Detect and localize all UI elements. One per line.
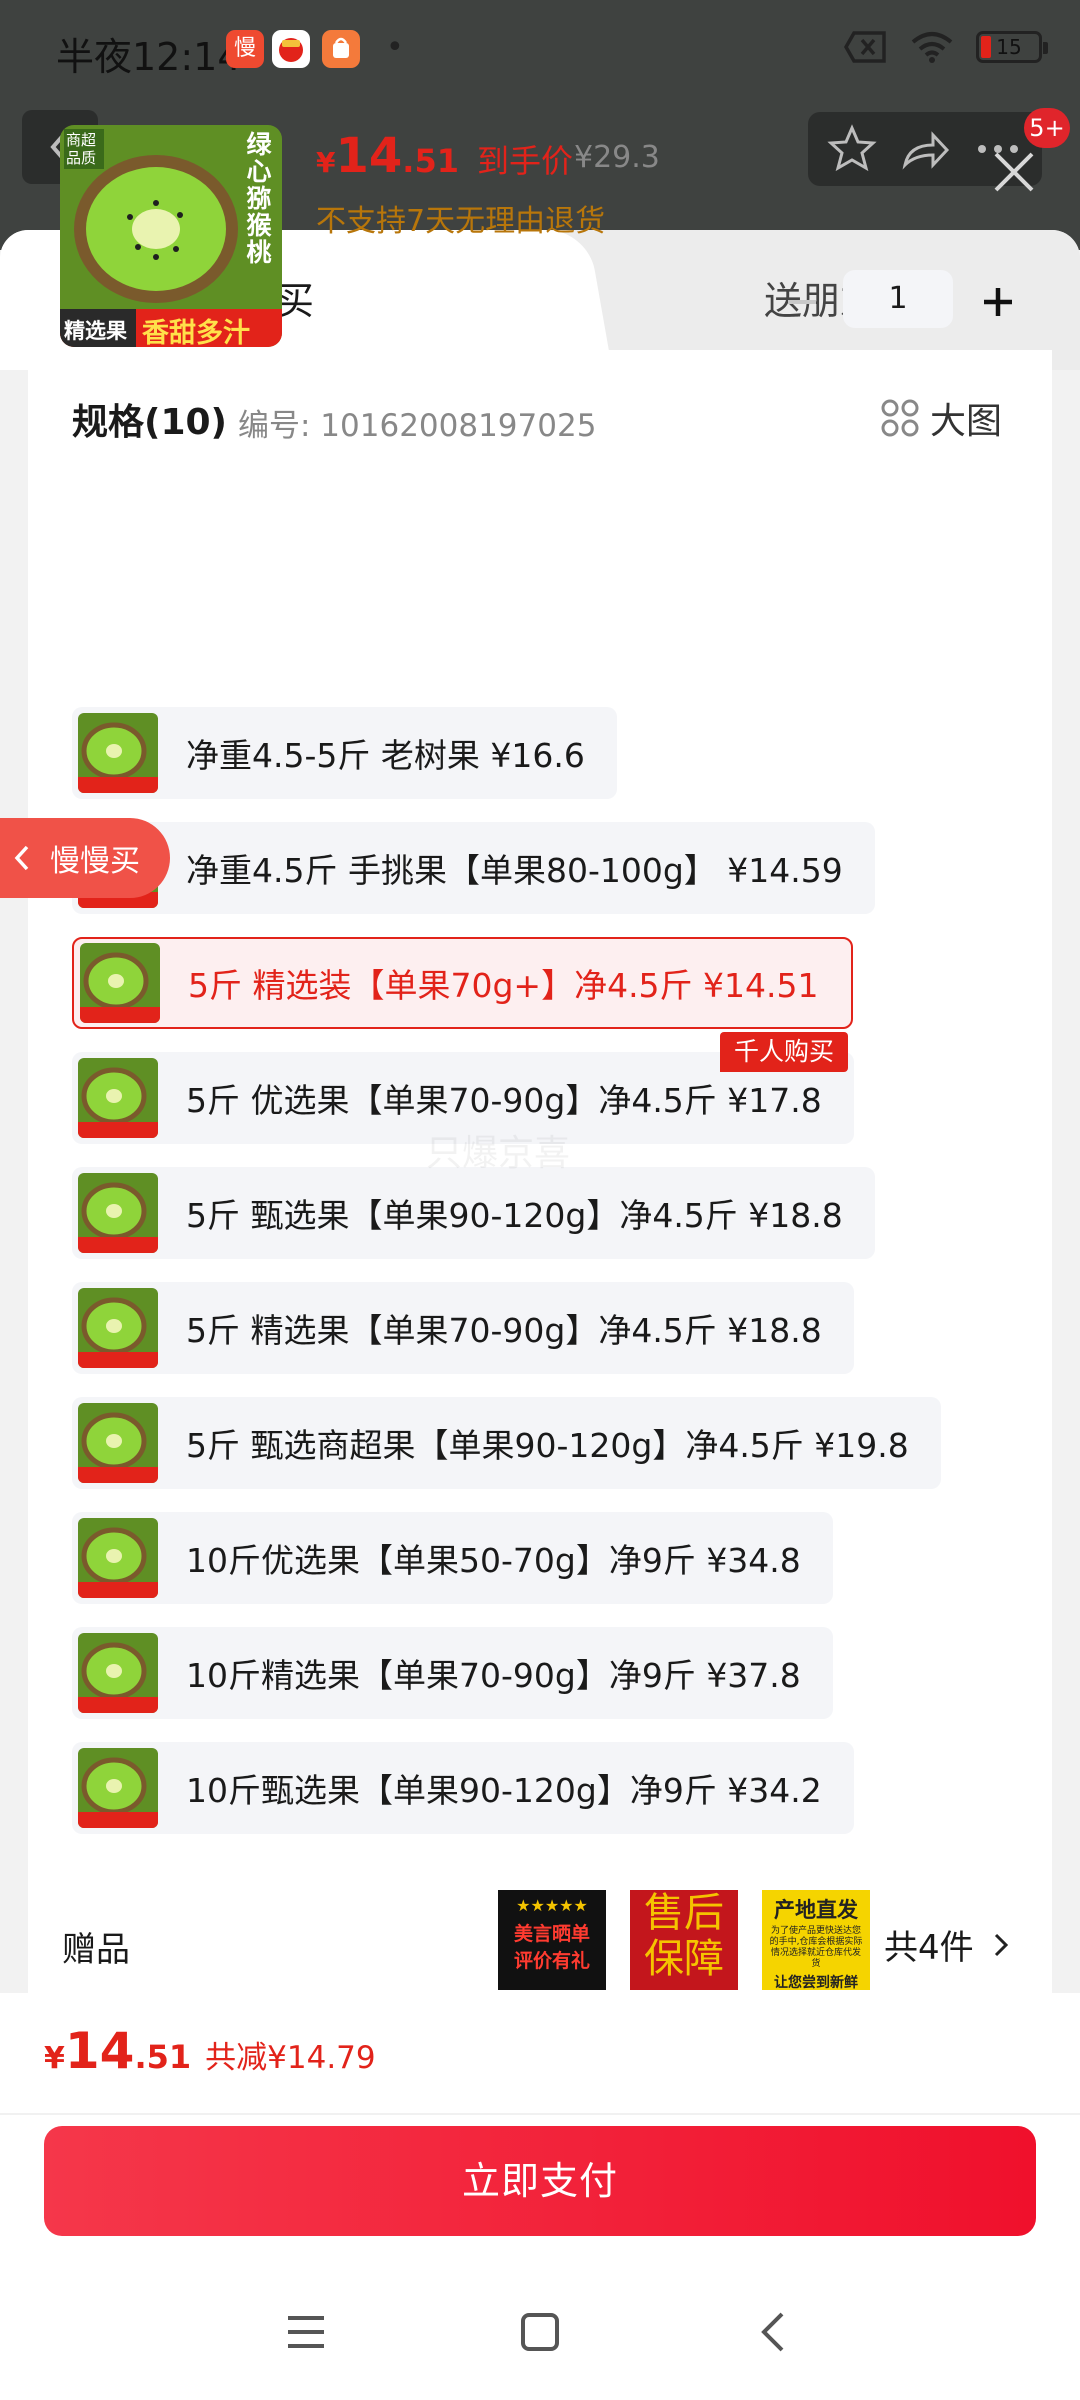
total-price-symbol: ¥	[44, 2041, 65, 2076]
option-label: 10斤甄选果【单果90-120g】净9斤 ¥34.2	[186, 1771, 822, 1810]
total-reduction: 共减¥14.79	[205, 2040, 376, 2076]
option-thumbnail	[78, 1403, 158, 1483]
gift-line: 售后	[644, 1890, 724, 1936]
spec-option[interactable]: 10斤甄选果【单果90-120g】净9斤 ¥34.2	[72, 1742, 854, 1834]
spec-option[interactable]: 5斤 精选果【单果70-90g】净4.5斤 ¥18.8	[72, 1282, 854, 1374]
option-thumbnail	[78, 713, 158, 793]
footer-divider	[0, 2113, 1080, 2115]
option-label: 净重4.5-5斤 老树果 ¥16.6	[186, 736, 585, 775]
option-thumbnail	[78, 1518, 158, 1598]
watermark: 只爆京喜	[426, 1133, 571, 1174]
gift-line: 让您尝到新鲜	[774, 1975, 858, 1990]
option-thumbnail	[78, 1748, 158, 1828]
back-icon[interactable]	[748, 2306, 800, 2358]
gift-line: 保障	[644, 1936, 724, 1982]
status-bar: 半夜12:14 慢 • 15	[0, 0, 1080, 100]
gift-item-review[interactable]: ★★★★★ 美言晒单 评价有礼	[498, 1890, 606, 1990]
product-image-corner-text: 商超品质	[64, 129, 104, 169]
no-sim-icon	[844, 31, 886, 63]
quantity-increase-button[interactable]	[978, 282, 1018, 322]
total-price: ¥ 14 .51 共减¥14.79	[44, 2022, 376, 2080]
gift-count[interactable]: 共4件	[884, 1920, 1010, 1969]
price-symbol: ¥	[316, 146, 336, 179]
shopping-bag-app-icon	[322, 30, 360, 68]
shopping-app-icon	[272, 30, 310, 68]
option-thumbnail	[78, 1288, 158, 1368]
spec-option[interactable]: 5斤 甄选商超果【单果90-120g】净4.5斤 ¥19.8	[72, 1397, 941, 1489]
spec-option-selected[interactable]: 5斤 精选装【单果70g+】净4.5斤 ¥14.51	[72, 937, 853, 1029]
home-icon[interactable]	[514, 2306, 566, 2358]
option-thumbnail	[78, 1173, 158, 1253]
spec-option[interactable]: 净重4.5-5斤 老树果 ¥16.6	[72, 707, 617, 799]
spec-title: 规格(10)	[72, 402, 228, 443]
price-decimal: .51	[402, 142, 459, 180]
chevron-left-icon	[14, 845, 29, 871]
status-icons: 15	[844, 30, 1048, 64]
spec-option[interactable]: 10斤精选果【单果70-90g】净9斤 ¥37.8	[72, 1627, 833, 1719]
option-thumbnail	[80, 943, 160, 1023]
spec-option[interactable]: 净重4.5斤 手挑果【单果80-100g】 ¥14.59	[72, 822, 875, 914]
big-image-label: 大图	[930, 401, 1003, 442]
price-integer: 14	[335, 128, 403, 184]
total-price-decimal: .51	[134, 2038, 192, 2076]
option-thumbnail	[78, 1633, 158, 1713]
product-image-tag-right: 香甜多汁	[142, 318, 250, 347]
close-icon[interactable]	[986, 144, 1042, 200]
menu-icon[interactable]	[280, 2306, 332, 2358]
gift-item-origin-direct[interactable]: 产地直发 为了使产品更快送达您的手中,仓库会根据实际情况选择就近仓库代发货 让您…	[762, 1890, 870, 1990]
spec-option[interactable]: 10斤优选果【单果50-70g】净9斤 ¥34.8	[72, 1512, 833, 1604]
spec-code: 编号: 10162008197025	[238, 408, 597, 444]
floating-tab-label: 慢慢买	[50, 844, 140, 879]
gift-stars: ★★★★★	[516, 1896, 588, 1915]
grid-icon	[881, 399, 919, 437]
original-price: ¥29.3	[574, 140, 660, 175]
gift-label: 赠品	[62, 1930, 130, 1970]
spec-option[interactable]: 5斤 甄选果【单果90-120g】净4.5斤 ¥18.8	[72, 1167, 875, 1259]
wifi-icon	[911, 32, 953, 63]
option-thumbnail	[78, 1058, 158, 1138]
product-image[interactable]: 商超品质 绿心猕猴桃 精选果 香甜多汁	[60, 125, 282, 347]
notification-badge: 5+	[1024, 108, 1070, 148]
slow-buy-floating-tab[interactable]: 慢慢买	[0, 818, 170, 898]
status-time: 半夜12:14	[56, 35, 242, 79]
option-label: 5斤 甄选果【单果90-120g】净4.5斤 ¥18.8	[186, 1196, 843, 1235]
option-label: 5斤 优选果【单果70-90g】净4.5斤 ¥17.8	[186, 1081, 822, 1120]
total-price-integer: 14	[64, 2022, 135, 2080]
quantity-value[interactable]: 1	[843, 270, 953, 328]
quantity-decrease-button[interactable]	[782, 282, 822, 322]
star-icon[interactable]	[826, 123, 878, 175]
option-label: 5斤 精选果【单果70-90g】净4.5斤 ¥18.8	[186, 1311, 822, 1350]
option-label: 5斤 甄选商超果【单果90-120g】净4.5斤 ¥19.8	[186, 1426, 909, 1465]
product-image-vertical-text: 绿心猕猴桃	[246, 130, 272, 267]
chevron-right-icon	[994, 1933, 1008, 1956]
hot-sale-badge: 千人购买	[720, 1032, 849, 1072]
battery-indicator: 15	[976, 31, 1048, 63]
gift-line: 产地直发	[774, 1898, 858, 1922]
big-image-button[interactable]: 大图	[880, 392, 1002, 444]
final-price: ¥ 14 .51 到手价	[316, 128, 573, 184]
gift-line: 为了使产品更快送达您的手中,仓库会根据实际情况选择就近仓库代发货	[769, 1926, 863, 1969]
pay-now-button[interactable]: 立即支付	[44, 2126, 1036, 2236]
return-policy: 不支持7天无理由退货	[316, 204, 606, 239]
option-label: 5斤 精选装【单果70g+】净4.5斤 ¥14.51	[188, 966, 819, 1005]
product-image-tag-left: 精选果	[64, 319, 127, 343]
gift-line: 美言晒单	[513, 1923, 590, 1945]
gift-line: 评价有礼	[513, 1950, 590, 1972]
slow-buy-app-icon: 慢	[226, 30, 264, 68]
option-label: 10斤优选果【单果50-70g】净9斤 ¥34.8	[186, 1541, 801, 1580]
status-dot: •	[386, 30, 404, 65]
gift-count-label: 共4件	[884, 1928, 974, 1968]
option-label: 净重4.5斤 手挑果【单果80-100g】 ¥14.59	[186, 851, 843, 890]
gift-item-after-sale[interactable]: 售后 保障	[630, 1890, 738, 1990]
share-icon[interactable]	[899, 123, 951, 175]
price-label: 到手价	[476, 142, 573, 180]
option-label: 10斤精选果【单果70-90g】净9斤 ¥37.8	[186, 1656, 801, 1695]
